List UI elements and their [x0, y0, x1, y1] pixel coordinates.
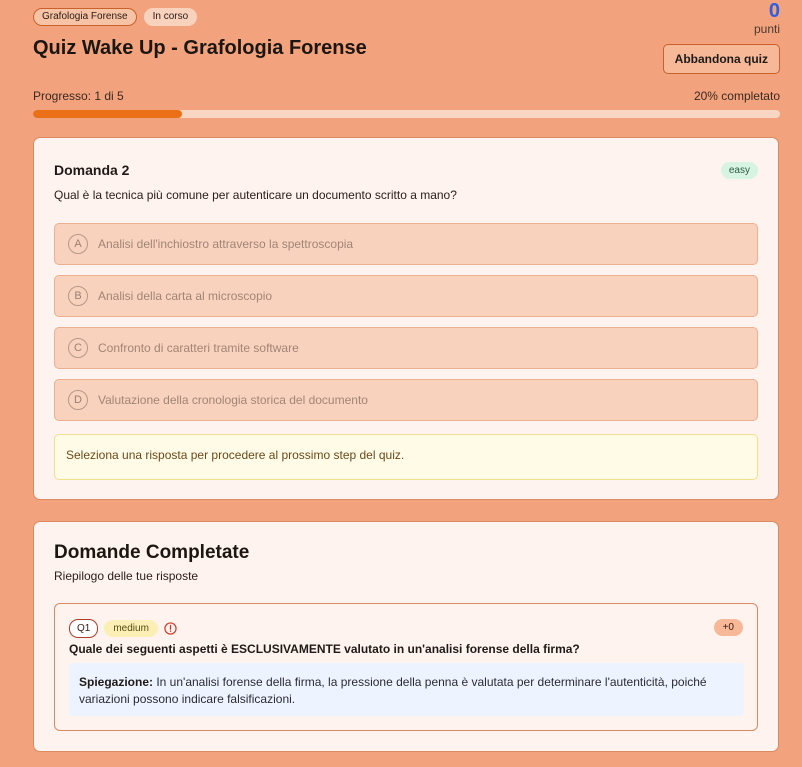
option-b[interactable]: B Analisi della carta al microscopio — [54, 275, 758, 317]
completed-answer-item: Q1 medium +0 Quale dei seguenti aspetti … — [54, 603, 758, 731]
answer-badges: Q1 medium — [69, 619, 177, 638]
option-text: Analisi dell'inchiostro attraverso la sp… — [98, 237, 354, 251]
score-label: punti — [753, 22, 780, 36]
option-a[interactable]: A Analisi dell'inchiostro attraverso la … — [54, 223, 758, 265]
progress-bar — [33, 110, 780, 118]
progress-bar-fill — [33, 110, 183, 118]
select-answer-notice: Seleziona una risposta per procedere al … — [54, 434, 758, 480]
explanation-label: Spiegazione: — [79, 675, 157, 689]
quiz-header: Grafologia Forense In corso Quiz Wake Up… — [33, 0, 780, 128]
explanation-text: In un'analisi forense della firma, la pr… — [79, 675, 707, 706]
option-text: Analisi della carta al microscopio — [98, 289, 273, 303]
option-letter: C — [68, 338, 88, 358]
progress-percent: 20% completato — [693, 89, 780, 103]
completed-subtitle: Riepilogo delle tue risposte — [54, 569, 199, 583]
difficulty-badge: medium — [104, 620, 158, 637]
question-title: Domanda 2 — [54, 162, 130, 178]
question-number-badge: Q1 — [69, 619, 99, 638]
status-badge: In corso — [143, 8, 198, 26]
progress-label: Progresso: 1 di 5 — [33, 89, 124, 103]
abandon-quiz-button[interactable]: Abbandona quiz — [662, 44, 780, 74]
page-title: Quiz Wake Up - Grafologia Forense — [33, 37, 367, 59]
explanation-box: Spiegazione: In un'analisi forense della… — [69, 663, 744, 716]
option-letter: B — [68, 286, 88, 306]
answer-options: A Analisi dell'inchiostro attraverso la … — [54, 223, 758, 431]
question-card: Domanda 2 easy Qual è la tecnica più com… — [33, 137, 779, 500]
option-letter: D — [68, 390, 88, 410]
header-badges: Grafologia Forense In corso — [33, 8, 198, 26]
completed-title: Domande Completate — [54, 542, 250, 563]
alert-circle-icon — [164, 622, 177, 635]
option-text: Confronto di caratteri tramite software — [98, 341, 299, 355]
answered-question-text: Quale dei seguenti aspetti è ESCLUSIVAME… — [69, 642, 580, 656]
score-value: 0 — [768, 0, 780, 22]
difficulty-badge: easy — [720, 162, 758, 179]
option-text: Valutazione della cronologia storica del… — [98, 393, 368, 407]
category-badge: Grafologia Forense — [33, 8, 137, 26]
option-letter: A — [68, 234, 88, 254]
completed-questions-card: Domande Completate Riepilogo delle tue r… — [33, 521, 779, 752]
points-badge: +0 — [713, 619, 743, 636]
question-text: Qual è la tecnica più comune per autenti… — [54, 188, 457, 202]
score-display: 0 punti — [754, 0, 780, 36]
option-c[interactable]: C Confronto di caratteri tramite softwar… — [54, 327, 758, 369]
option-d[interactable]: D Valutazione della cronologia storica d… — [54, 379, 758, 421]
